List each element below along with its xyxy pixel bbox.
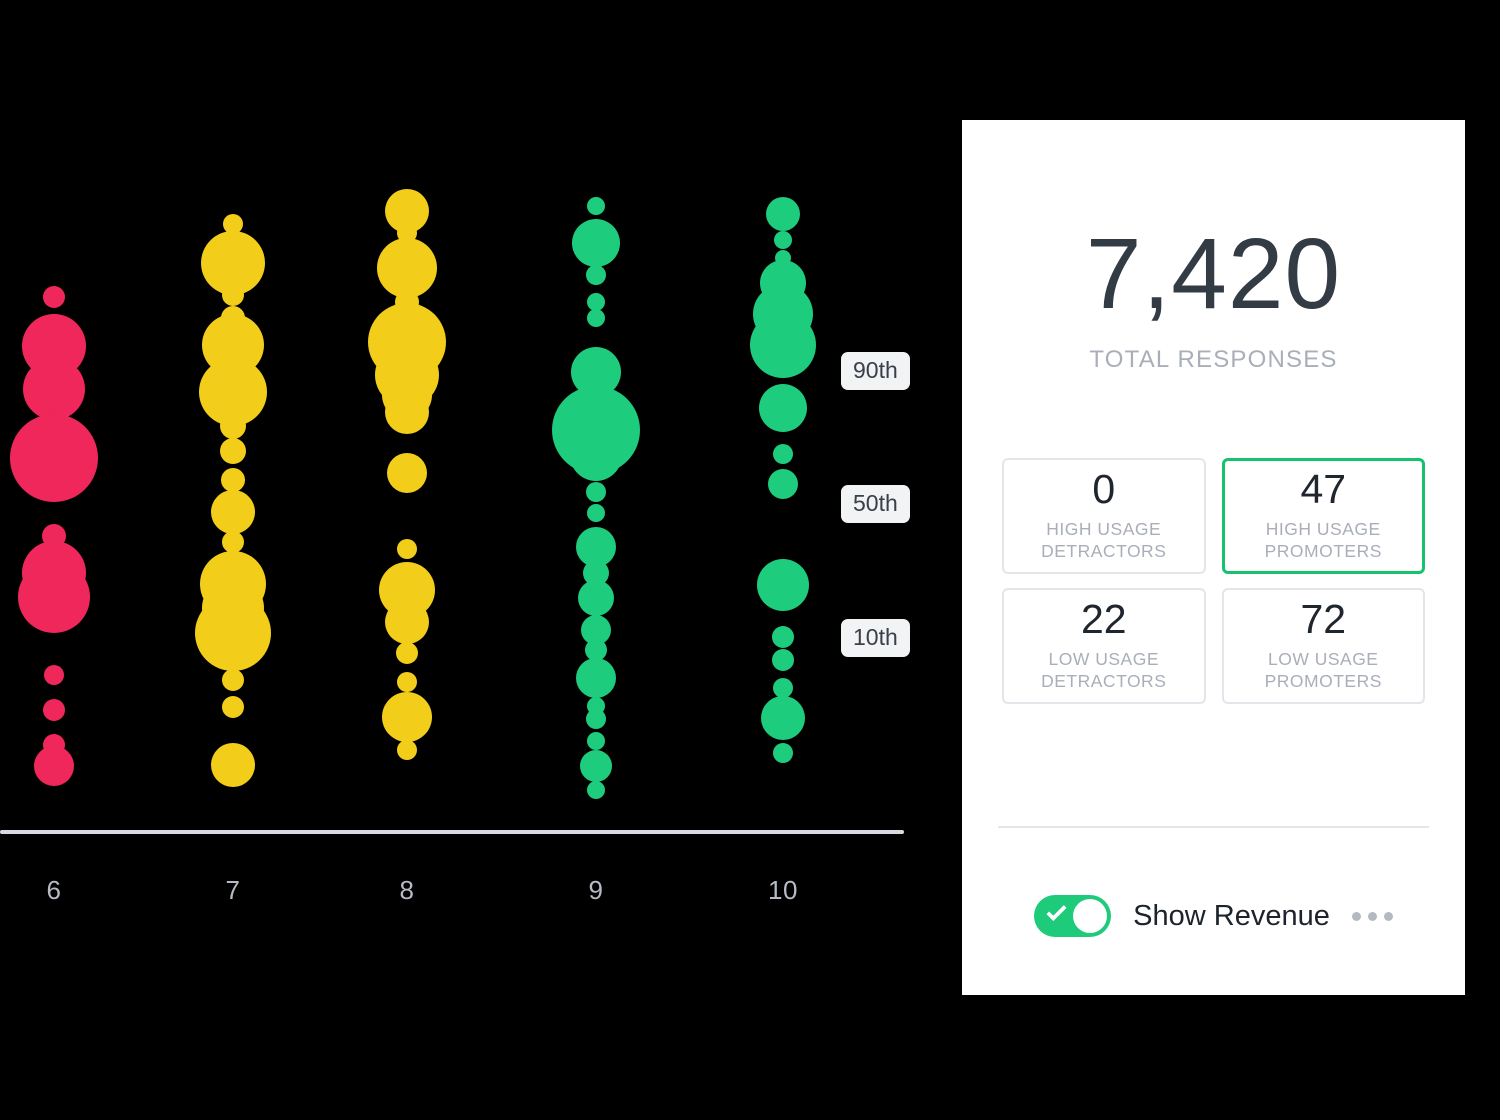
metric-card[interactable]: 47 HIGH USAGE PROMOTERS [1221, 458, 1425, 574]
response-bubble[interactable] [570, 429, 622, 481]
percentile-badge: 50th [841, 485, 910, 523]
response-bubble[interactable] [397, 672, 417, 692]
response-bubble[interactable] [222, 284, 244, 306]
x-tick-label: 7 [225, 875, 241, 905]
response-bubble[interactable] [587, 504, 605, 522]
response-bubble[interactable] [44, 665, 64, 685]
response-bubble[interactable] [773, 444, 793, 464]
response-bubble[interactable] [220, 413, 246, 439]
screen-root: 6 7 8 9 10 90th 50th 10th 7,420 TOTAL RESPONSE… [0, 0, 1500, 1120]
response-bubble[interactable] [387, 453, 427, 493]
card-divider [998, 826, 1429, 828]
response-bubble[interactable] [774, 231, 792, 249]
show-revenue-label: Show Revenue [1133, 899, 1330, 932]
x-axis-line [0, 830, 904, 834]
response-bubble[interactable] [382, 692, 432, 742]
response-bubble[interactable] [397, 539, 417, 559]
response-bubble[interactable] [18, 561, 90, 633]
metric-value: 72 [1300, 596, 1347, 643]
response-bubble[interactable] [772, 626, 794, 648]
metric-label: LOW USAGE DETRACTORS [1041, 649, 1167, 691]
x-tick-label: 6 [46, 875, 62, 905]
summary-card: 7,420 TOTAL RESPONSES 0 HIGH USAGE DETRACT… [962, 120, 1465, 995]
response-bubble[interactable] [43, 699, 65, 721]
response-bubble[interactable] [768, 469, 798, 499]
check-icon [1046, 900, 1067, 922]
response-bubble[interactable] [43, 286, 65, 308]
metric-card[interactable]: 22 LOW USAGE DETRACTORS [1002, 588, 1206, 704]
show-revenue-toggle[interactable] [1034, 895, 1112, 937]
response-bubble[interactable] [750, 312, 816, 378]
total-responses-label: TOTAL RESPONSES [1089, 346, 1338, 373]
ellipsis-dot [1351, 911, 1361, 921]
response-bubble[interactable] [220, 438, 246, 464]
metric-label: HIGH USAGE PROMOTERS [1264, 519, 1382, 561]
response-bubble[interactable] [195, 595, 271, 671]
metric-value: 47 [1300, 466, 1347, 513]
response-bubble[interactable] [586, 265, 606, 285]
nps-beeswarm-chart: 6 7 8 9 10 90th 50th 10th [0, 0, 950, 1120]
response-bubble[interactable] [34, 746, 74, 786]
ellipsis-icon[interactable] [1351, 911, 1393, 921]
response-bubble[interactable] [397, 740, 417, 760]
response-bubble[interactable] [222, 669, 244, 691]
response-bubble[interactable] [773, 743, 793, 763]
response-bubble[interactable] [766, 197, 800, 231]
response-bubble[interactable] [385, 600, 429, 644]
toggle-knob [1073, 899, 1108, 933]
x-tick-label: 8 [399, 875, 415, 905]
metric-card[interactable]: 72 LOW USAGE PROMOTERS [1221, 588, 1425, 704]
response-bubble[interactable] [587, 732, 605, 750]
response-bubble[interactable] [773, 678, 793, 698]
response-bubble[interactable] [772, 649, 794, 671]
percentile-badge: 10th [841, 619, 910, 657]
percentile-badge: 90th [841, 352, 910, 390]
response-bubble[interactable] [578, 580, 614, 616]
response-bubble[interactable] [580, 750, 612, 782]
response-bubble[interactable] [757, 559, 809, 611]
response-bubble[interactable] [385, 390, 429, 434]
metric-value: 22 [1080, 596, 1127, 643]
response-bubble[interactable] [587, 309, 605, 327]
response-bubble[interactable] [587, 197, 605, 215]
total-responses-value: 7,420 [1085, 218, 1342, 330]
x-tick-label: 10 [768, 875, 798, 905]
ellipsis-dot [1367, 911, 1377, 921]
x-tick-label: 9 [588, 875, 604, 905]
response-bubble[interactable] [576, 658, 616, 698]
response-bubble[interactable] [396, 642, 418, 664]
response-bubble[interactable] [222, 696, 244, 718]
metric-card[interactable]: 0 HIGH USAGE DETRACTORS [1002, 458, 1206, 574]
response-bubble[interactable] [211, 490, 255, 534]
ellipsis-dot [1383, 911, 1393, 921]
metric-label: HIGH USAGE DETRACTORS [1041, 519, 1167, 561]
response-bubble[interactable] [221, 468, 245, 492]
response-bubble[interactable] [586, 482, 606, 502]
metric-value: 0 [1092, 466, 1116, 513]
response-bubble[interactable] [10, 414, 98, 502]
response-bubble[interactable] [572, 219, 620, 267]
response-bubble[interactable] [587, 781, 605, 799]
card-footer: Show Revenue [962, 895, 1465, 937]
response-bubble[interactable] [211, 743, 255, 787]
response-bubble[interactable] [222, 531, 244, 553]
response-bubble[interactable] [586, 709, 606, 729]
response-bubble[interactable] [761, 696, 805, 740]
response-bubble[interactable] [759, 384, 807, 432]
metric-card-grid: 0 HIGH USAGE DETRACTORS 47 HIGH USAGE PROMOTE… [1002, 458, 1425, 704]
metric-label: LOW USAGE PROMOTERS [1264, 649, 1382, 691]
